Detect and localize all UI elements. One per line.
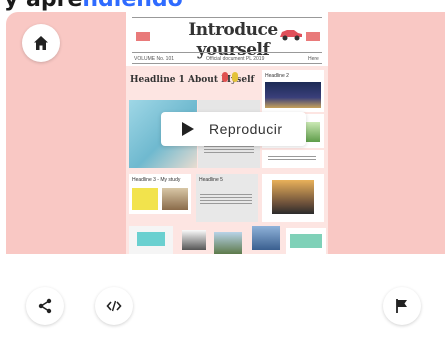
home-button[interactable] [22,24,60,62]
share-icon [38,298,52,314]
flag-icon [396,299,407,313]
pin-icon [232,72,238,82]
pin-icon [222,72,228,82]
play-label: Reproducir [209,121,283,137]
share-button[interactable] [26,287,64,325]
header-block-left [136,32,150,41]
night-photo [265,82,321,108]
sky-photo [252,226,280,250]
heading-link[interactable]: ndiendo [82,0,182,12]
sunset-tile [262,174,324,222]
family-note [137,232,165,246]
header-block-right [306,32,320,41]
embed-button[interactable] [95,287,133,325]
report-button[interactable] [383,287,421,325]
poster-header: Introduce yourself VOLUME No. 101 Offici… [126,12,328,66]
official-label: Official document PL 2019 [206,56,265,62]
here-label: Here [308,56,319,62]
mountain-photo [214,232,242,254]
divider [132,17,322,18]
divider [132,52,322,53]
play-button[interactable]: Reproducir [161,112,306,146]
my-study-tile: Headline 3 - My study [129,174,191,214]
page-heading: y aprendiendo [4,0,183,12]
my-family-tile [129,226,173,254]
presentation-card: Introduce yourself VOLUME No. 101 Offici… [0,12,445,347]
green-card-tile [286,228,326,254]
headline-2-tile: Headline 2 [262,70,324,112]
family-photo [182,230,206,250]
study-photo [162,188,188,210]
divider [132,63,322,64]
car-icon [280,30,302,41]
play-icon [182,122,194,136]
study-note [132,188,158,210]
headline-5-tile: Headline 5 [196,174,258,222]
action-bar [0,254,445,347]
caption-tile [262,150,324,168]
page-heading-strip: y aprendiendo [0,0,445,12]
code-icon [106,300,122,312]
presentation-preview[interactable]: Introduce yourself VOLUME No. 101 Offici… [6,12,445,254]
home-icon [34,36,48,50]
green-note [290,234,322,248]
sunset-photo [272,180,314,214]
volume-label: VOLUME No. 101 [134,56,175,62]
